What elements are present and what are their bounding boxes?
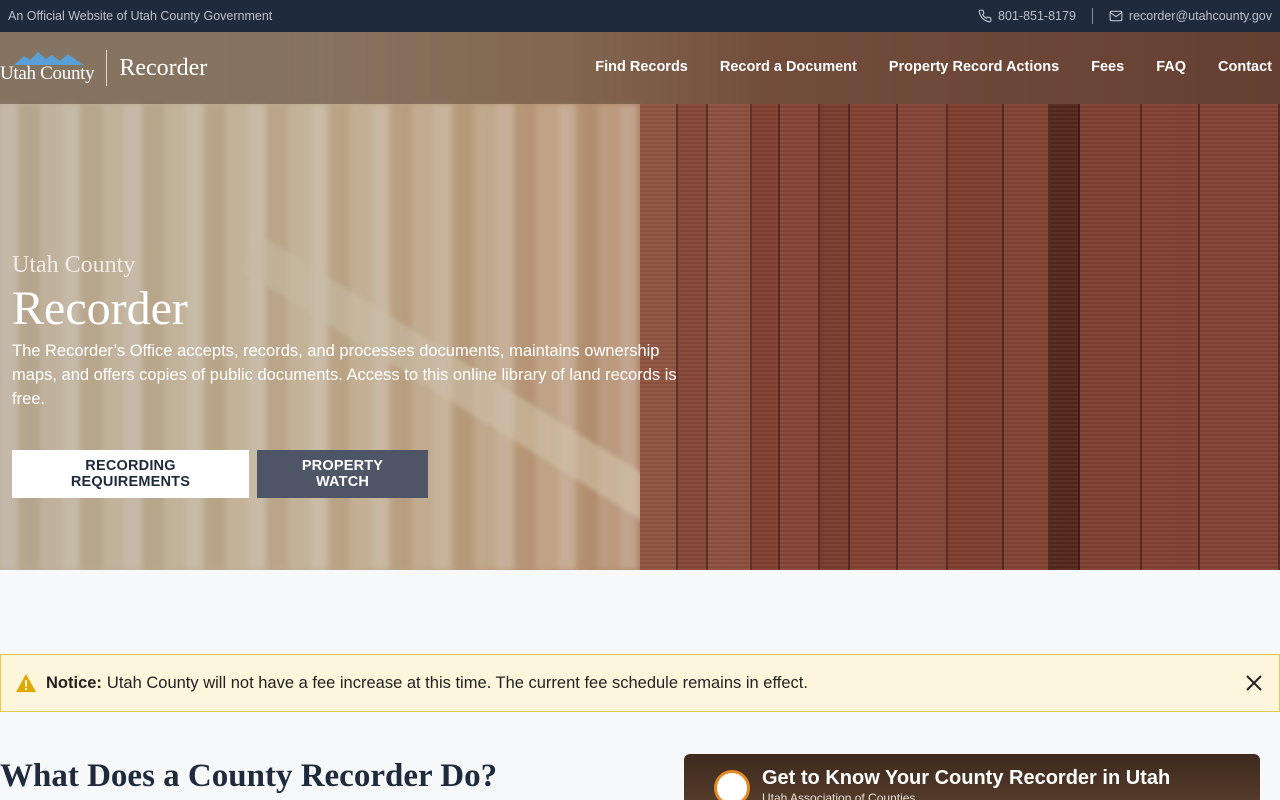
- site-logo[interactable]: Utah County Recorder: [0, 48, 207, 88]
- hero-description: The Recorder’s Office accepts, records, …: [12, 342, 677, 408]
- video-title[interactable]: Get to Know Your County Recorder in Utah: [762, 767, 1170, 790]
- logo-county-text: Utah County: [0, 63, 95, 84]
- close-icon[interactable]: [1245, 674, 1263, 692]
- notice-text: Utah County will not have a fee increase…: [106, 673, 808, 692]
- main-nav: Find Records Record a Document Property …: [595, 59, 1272, 75]
- official-site-text: An Official Website of Utah County Gover…: [8, 9, 273, 23]
- nav-record-document[interactable]: Record a Document: [720, 59, 857, 75]
- mail-icon: [1109, 10, 1123, 22]
- video-channel: Utah Association of Counties: [762, 791, 916, 800]
- logo-county: Utah County: [0, 51, 95, 85]
- recording-requirements-button[interactable]: RECORDING REQUIREMENTS: [12, 450, 249, 498]
- email-address: recorder@utahcounty.gov: [1128, 9, 1272, 23]
- nav-faq[interactable]: FAQ: [1156, 59, 1186, 75]
- section-title: What Does a County Recorder Do?: [0, 758, 498, 794]
- video-embed[interactable]: Get to Know Your County Recorder in Utah…: [684, 754, 1260, 800]
- email-link[interactable]: recorder@utahcounty.gov: [1109, 9, 1272, 23]
- nav-contact[interactable]: Contact: [1218, 59, 1272, 75]
- notice-banner: Notice: Utah County will not have a fee …: [0, 654, 1280, 712]
- mountain-logo-icon: [14, 52, 84, 65]
- utility-bar: An Official Website of Utah County Gover…: [0, 0, 1280, 32]
- nav-find-records[interactable]: Find Records: [595, 59, 688, 75]
- notice-label: Notice:: [46, 673, 102, 692]
- hero-content: Utah County Recorder The Recorder’s Offi…: [12, 252, 712, 411]
- warning-icon: [16, 673, 36, 693]
- logo-divider: [106, 50, 108, 86]
- hero-subtitle: Utah County: [12, 252, 136, 278]
- site-header: Utah County Recorder Find Records Record…: [0, 32, 1280, 104]
- phone-number: 801-851-8179: [998, 9, 1076, 23]
- hero-buttons: RECORDING REQUIREMENTS PROPERTY WATCH: [12, 450, 428, 498]
- contact-divider: [1091, 8, 1093, 24]
- property-watch-button[interactable]: PROPERTY WATCH: [257, 450, 428, 498]
- hero-title: Recorder: [12, 282, 188, 335]
- phone-link[interactable]: 801-851-8179: [978, 9, 1076, 23]
- contact-info: 801-851-8179 recorder@utahcounty.gov: [978, 8, 1272, 24]
- nav-fees[interactable]: Fees: [1091, 59, 1124, 75]
- document-icon: [714, 770, 750, 800]
- logo-office: Recorder: [119, 54, 208, 81]
- phone-icon: [978, 9, 992, 23]
- nav-property-record-actions[interactable]: Property Record Actions: [889, 59, 1059, 75]
